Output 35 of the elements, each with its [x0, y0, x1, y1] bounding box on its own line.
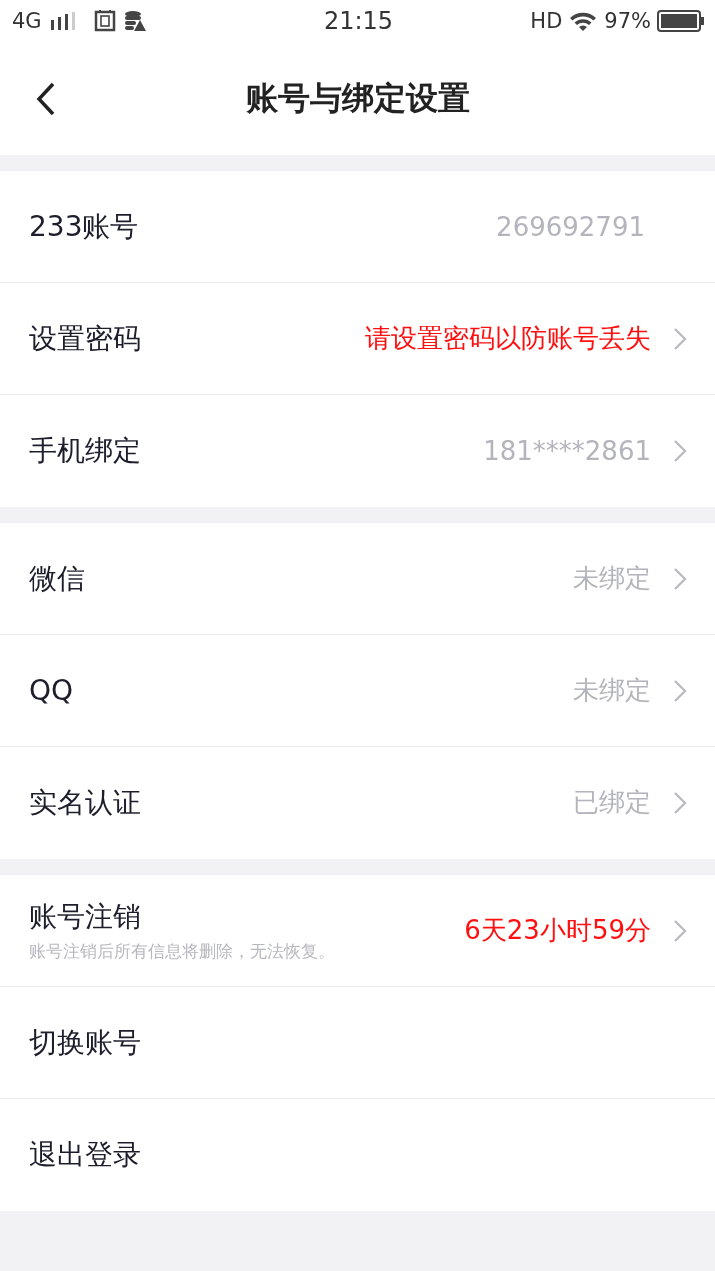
page-title: 账号与绑定设置: [245, 77, 470, 119]
settings-row[interactable]: 手机绑定 181****2861: [0, 395, 715, 507]
battery-percent: 97%: [604, 9, 651, 33]
battery-icon: [657, 10, 705, 32]
row-label: 设置密码: [29, 320, 142, 357]
row-label: 账号注销: [29, 899, 142, 935]
row-label: 微信: [29, 560, 86, 597]
settings-row[interactable]: 实名认证 已绑定: [0, 747, 715, 859]
wifi-icon: [568, 10, 599, 32]
settings-row[interactable]: 设置密码 请设置密码以防账号丢失: [0, 283, 715, 395]
row-value: 269692791: [496, 211, 645, 242]
row-hint: 账号注销后所有信息将删除，无法恢复。: [29, 940, 336, 963]
settings-row[interactable]: 退出登录: [0, 1099, 715, 1211]
row-value: 已绑定: [573, 786, 651, 819]
settings-row[interactable]: 233账号 269692791: [0, 171, 715, 283]
row-label: 实名认证: [29, 784, 142, 821]
network-type: 4G: [12, 9, 42, 33]
clock-time: 21:15: [323, 7, 394, 35]
database-warning-icon: [123, 10, 146, 32]
settings-row[interactable]: 微信 未绑定: [0, 523, 715, 635]
row-value: 未绑定: [573, 562, 651, 595]
settings-row[interactable]: QQ 未绑定: [0, 635, 715, 747]
row-label: 233账号: [29, 208, 140, 245]
row-label: QQ: [29, 674, 75, 707]
signal-icon: [49, 12, 76, 30]
hd-indicator: HD: [530, 9, 563, 33]
row-value: 未绑定: [573, 674, 651, 707]
row-value: 6天23小时59分: [464, 914, 651, 947]
row-value: 181****2861: [483, 435, 651, 466]
row-label: 退出登录: [29, 1136, 142, 1173]
row-label: 手机绑定: [29, 432, 142, 469]
row-value: 请设置密码以防账号丢失: [365, 322, 651, 355]
settings-row[interactable]: 切换账号: [0, 987, 715, 1099]
settings-row[interactable]: 账号注销 账号注销后所有信息将删除，无法恢复。 6天23小时59分: [0, 875, 715, 987]
row-label: 切换账号: [29, 1024, 142, 1061]
